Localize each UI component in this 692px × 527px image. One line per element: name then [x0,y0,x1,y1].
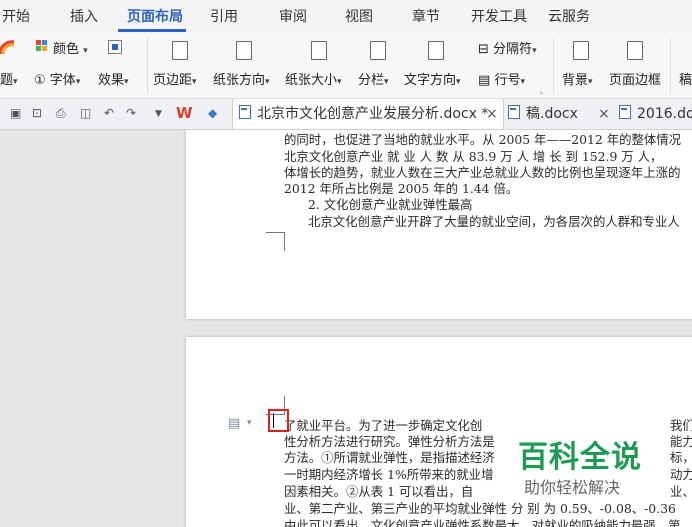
columns-button[interactable]: 分栏▾ [358,69,389,88]
font-button[interactable]: ① 字体▾ [34,69,80,88]
line-number-icon: ▤ [478,73,491,88]
paragraph-menu-caret-icon[interactable]: ▾ [247,418,252,428]
document-icon [239,105,251,119]
paper-size-icon[interactable] [311,41,327,60]
document-page-1[interactable]: 的同时，也促进了当地的就业水平。从 2005 年——2012 年的整体情况 北京… [186,130,692,319]
document-tab-title: 2016.doc [637,106,692,122]
ribbon-separator [670,38,671,94]
text-fragment[interactable]: 业、 [670,482,692,500]
page-border-icon[interactable] [627,41,643,60]
page-border-button[interactable]: 页面边框 [609,69,661,88]
close-tab-icon[interactable]: × [598,99,610,129]
ribbon-separator [553,38,554,94]
color-icon[interactable] [36,40,48,52]
text-fragment[interactable]: 动力 [670,465,692,483]
section-heading[interactable]: 2. 文化创意产业就业弹性最高 [308,195,472,213]
tab-chapter[interactable]: 章节 [412,6,440,26]
document-tab-title: 北京市文化创意产业发展分析.docx * [257,106,489,122]
theme-button[interactable]: 主题▾ [0,69,18,88]
text-line[interactable]: 北京文化创意产业开辟了大量的就业空间，为各层次的人群和专业人 [308,212,680,230]
tab-cloud[interactable]: 云服务 [548,6,590,26]
separator-icon: ⊟ [478,42,489,57]
text-direction-button[interactable]: 文字方向▾ [404,69,461,88]
line-number-button[interactable]: ▤ 行号▾ [478,69,525,88]
paragraph-handle-icon[interactable]: ▤ [228,416,240,431]
tab-review[interactable]: 审阅 [279,6,307,26]
tab-view[interactable]: 视图 [345,6,373,26]
document-tab[interactable]: 稿.docx × [505,99,615,129]
ribbon-separator [147,38,148,94]
margin-button[interactable]: 页边距▾ [153,69,197,88]
watermark-subtitle: 助你轻松解决 [524,478,621,497]
font-icon: ① [34,73,46,88]
background-icon[interactable] [573,41,589,60]
print-preview-icon[interactable]: ◫ [80,106,91,120]
text-fragment[interactable]: 标， [670,448,692,466]
margin-icon[interactable] [172,41,188,60]
tab-home[interactable]: 开始 [2,6,30,26]
text-line[interactable]: 的同时，也促进了当地的就业水平。从 2005 年——2012 年的整体情况 [284,130,681,148]
draft-button[interactable]: 稿 [679,69,692,88]
text-line[interactable]: 由此可以看出，文化创意产业弹性系数最大，对就业的吸纳能力最强。第 [284,516,681,527]
theme-icon[interactable] [0,40,16,56]
text-line[interactable]: 方法。①所谓就业弹性，是指描述经济 [284,448,495,466]
document-tab-title: 稿.docx [526,106,578,122]
effect-preview-icon[interactable] [108,40,122,54]
effect-button[interactable]: 效果▾ [98,69,129,88]
watermark-logo: 百科全说 助你轻松解决 [500,418,660,500]
background-button[interactable]: 背景▾ [562,69,593,88]
menu-bar: 开始 插入 页面布局 引用 审阅 视图 章节 开发工具 云服务 [0,0,692,32]
wps-logo-icon[interactable]: W [176,104,193,122]
tab-page-layout[interactable]: 页面布局 [127,6,183,26]
columns-icon[interactable] [370,41,386,60]
undo-icon[interactable]: ↶ [104,106,114,120]
document-tab[interactable]: 2016.doc [616,99,692,129]
text-line[interactable]: 因素相关。②从表 1 可以看出，自 [284,482,473,500]
save-icon[interactable]: ▣ [10,106,21,120]
document-icon [619,105,631,119]
close-tab-icon[interactable]: × [486,99,498,129]
document-tab-bar: ▣ ⊡ ⎙ ◫ ↶ ↷ ▼ W ◆ 北京市文化创意产业发展分析.docx * ×… [0,99,692,130]
orientation-icon[interactable] [236,41,252,60]
paper-size-button[interactable]: 纸张大小▾ [285,69,342,88]
text-direction-icon[interactable] [428,41,444,60]
margin-corner-mark [266,232,285,251]
print-icon[interactable]: ⎙ [56,106,66,121]
cloud-sync-icon[interactable]: ◆ [208,106,217,120]
export-icon[interactable]: ⊡ [32,106,42,120]
document-icon [508,105,520,119]
text-line[interactable]: 一时期内经济增长 1%所带来的就业增 [284,465,493,483]
tab-developer[interactable]: 开发工具 [471,6,527,26]
color-button[interactable]: 颜色 ▾ [53,38,88,57]
text-cursor [273,413,274,428]
watermark-title: 百科全说 [518,440,642,475]
ribbon: 颜色 ▾ 主题▾ ① 字体▾ 效果▾ 页边距▾ 纸张方向▾ 纸张大小▾ 分栏▾ … [0,32,692,99]
tab-references[interactable]: 引用 [210,6,238,26]
text-line[interactable]: 业、第二产业、第三产业的平均就业弹性 分 别 为 0.59、-0.08、-0.3… [284,499,676,517]
tab-insert[interactable]: 插入 [70,6,98,26]
separator-button[interactable]: ⊟ 分隔符▾ [478,38,537,57]
quick-access-dropdown-icon[interactable]: ▼ [155,109,162,119]
document-tab-active[interactable]: 北京市文化创意产业发展分析.docx * × [232,99,504,129]
redo-icon[interactable]: ↷ [126,106,136,120]
orientation-button[interactable]: 纸张方向▾ [213,69,270,88]
cursor-highlight-box [268,409,289,432]
dialog-launcher-icon[interactable]: ⌞ [540,86,544,95]
